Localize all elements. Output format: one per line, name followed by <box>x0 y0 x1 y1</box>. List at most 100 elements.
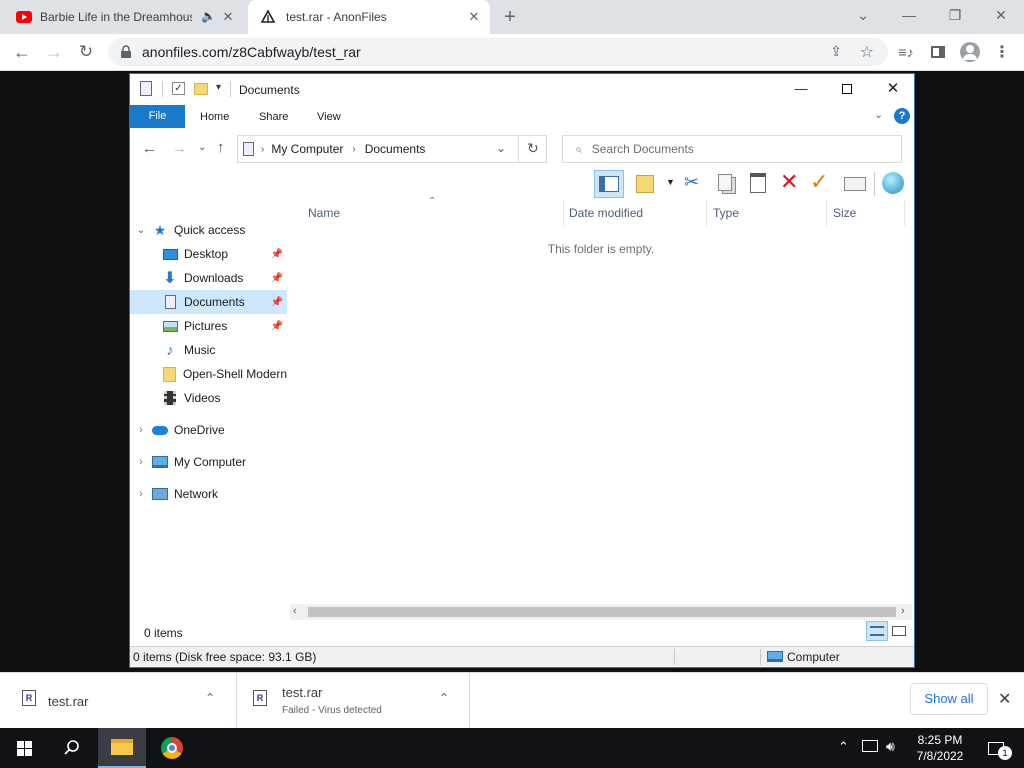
new-folder-icon[interactable] <box>194 83 208 95</box>
start-button[interactable] <box>0 728 48 768</box>
pin-icon[interactable]: 📌 <box>271 297 283 308</box>
preview-pane-button[interactable] <box>594 170 624 198</box>
maximize-button[interactable] <box>832 74 862 104</box>
up-button[interactable]: ↑ <box>217 139 225 156</box>
clock[interactable]: 8:25 PM 7/8/2022 <box>908 728 972 768</box>
profile-button[interactable] <box>958 40 982 64</box>
details-view-button[interactable] <box>866 621 888 641</box>
download-item[interactable]: R test.rar ⌃ <box>0 673 237 729</box>
address-bar[interactable]: anonfiles.com/z8Cabfwayb/test_rar ⇪ ☆ <box>108 38 888 66</box>
close-button[interactable]: ✕ <box>878 74 908 104</box>
copy-icon[interactable] <box>718 174 732 191</box>
forward-button[interactable]: → <box>172 140 187 157</box>
download-item-failed[interactable]: R test.rar Failed - Virus detected ⌃ <box>237 673 470 729</box>
action-center-button[interactable]: 1 <box>976 728 1016 768</box>
breadcrumb-documents[interactable]: Documents <box>365 142 426 156</box>
sidebar-item-desktop[interactable]: Desktop 📌 <box>130 242 287 266</box>
divider <box>162 81 163 97</box>
side-panel-button[interactable] <box>926 40 950 64</box>
scroll-left-icon[interactable]: ‹ <box>293 605 297 617</box>
ribbon-tab-home[interactable]: Home <box>200 107 229 127</box>
reload-icon: ↻ <box>78 42 94 61</box>
close-shelf-button[interactable]: ✕ <box>998 689 1011 709</box>
cut-icon[interactable]: ✂ <box>684 172 699 193</box>
network-tray-icon[interactable] <box>862 740 878 752</box>
pin-icon[interactable]: 📌 <box>271 249 283 260</box>
sidebar-item-network[interactable]: › Network <box>130 482 287 506</box>
search-box[interactable]: ⌕ Search Documents <box>562 135 902 163</box>
rename-check-icon[interactable]: ✓ <box>810 169 828 195</box>
bookmark-star-icon[interactable]: ☆ <box>860 42 874 62</box>
taskbar-file-explorer[interactable] <box>98 728 146 768</box>
help-icon[interactable]: ? <box>894 108 910 124</box>
column-header-date-modified[interactable]: Date modified <box>563 200 707 226</box>
column-header-type[interactable]: Type <box>707 200 827 226</box>
sidebar-item-pictures[interactable]: Pictures 📌 <box>130 314 287 338</box>
sidebar-item-videos[interactable]: Videos <box>130 386 287 410</box>
back-button[interactable]: ← <box>142 140 157 157</box>
reload-button[interactable]: ↻ <box>74 40 98 64</box>
ribbon-expand-icon[interactable]: ⌄ <box>874 108 883 121</box>
sidebar-item-my-computer[interactable]: › My Computer <box>130 450 287 474</box>
sidebar-item-documents[interactable]: Documents 📌 <box>130 290 287 314</box>
minimize-button[interactable]: — <box>886 0 932 30</box>
search-button[interactable] <box>48 728 96 768</box>
volume-tray-icon[interactable]: 🔊︎ <box>886 738 895 755</box>
tab-barbie[interactable]: Barbie Life in the Dreamhous 🔈 ✕ <box>8 0 244 34</box>
chrome-menu-button[interactable]: ⋮ <box>990 40 1014 64</box>
download-menu-chevron-icon[interactable]: ⌃ <box>205 691 215 705</box>
back-button[interactable]: ← <box>10 40 34 64</box>
sidebar-item-onedrive[interactable]: › OneDrive <box>130 418 287 442</box>
media-controls-button[interactable]: ≡♪ <box>894 40 918 64</box>
show-all-button[interactable]: Show all <box>910 683 988 715</box>
scroll-right-icon[interactable]: › <box>901 605 905 617</box>
restore-button[interactable]: ❐ <box>932 0 978 30</box>
pin-icon[interactable]: 📌 <box>271 321 283 332</box>
tab-search-button[interactable]: ⌄ <box>840 0 886 30</box>
documents-icon <box>162 294 178 310</box>
pin-icon[interactable]: 📌 <box>271 273 283 284</box>
expand-chevron-icon: › <box>139 488 143 500</box>
minimize-button[interactable]: — <box>786 74 816 104</box>
taskbar-chrome[interactable] <box>148 728 196 768</box>
download-filename: test.rar <box>48 694 89 709</box>
new-item-dropdown-icon[interactable]: ▼ <box>666 177 675 187</box>
pictures-icon <box>162 318 178 334</box>
recent-locations-icon[interactable]: ⌄ <box>198 142 206 153</box>
tab-title: test.rar - AnonFiles <box>286 10 387 24</box>
forward-button[interactable]: → <box>42 40 66 64</box>
scroll-thumb[interactable] <box>308 607 896 617</box>
show-hidden-icons-button[interactable]: ⌃ <box>838 739 849 755</box>
quick-access[interactable]: ⌄ ★ Quick access <box>130 218 287 242</box>
properties-icon[interactable] <box>140 81 152 96</box>
new-tab-button[interactable]: + <box>498 5 522 29</box>
ribbon-tab-view[interactable]: View <box>317 107 341 127</box>
refresh-icon[interactable]: ↻ <box>527 140 539 157</box>
close-window-button[interactable]: ✕ <box>978 0 1024 30</box>
speaker-icon[interactable]: 🔈 <box>201 9 216 23</box>
download-menu-chevron-icon[interactable]: ⌃ <box>439 691 449 705</box>
column-header-size[interactable]: Size <box>827 200 905 226</box>
sidebar-item-music[interactable]: ♪ Music <box>130 338 287 362</box>
breadcrumb-my-computer[interactable]: My Computer <box>271 142 343 156</box>
close-tab-button[interactable]: ✕ <box>220 9 236 25</box>
column-header-name[interactable]: Name <box>302 200 564 226</box>
large-icons-view-button[interactable] <box>890 622 908 640</box>
sidebar-item-open-shell[interactable]: Open-Shell Modern <box>130 362 287 386</box>
ribbon-tab-file[interactable]: File <box>130 105 185 128</box>
close-tab-button[interactable]: ✕ <box>466 9 482 25</box>
address-breadcrumb[interactable]: › My Computer › Documents ⌄ ↻ <box>237 135 547 163</box>
properties-button-icon[interactable] <box>844 177 866 191</box>
new-item-icon[interactable] <box>636 175 654 193</box>
horizontal-scrollbar[interactable]: ‹ › <box>290 604 912 620</box>
sidebar-item-downloads[interactable]: ⬇ Downloads 📌 <box>130 266 287 290</box>
paste-icon[interactable] <box>750 173 766 193</box>
ribbon-tab-share[interactable]: Share <box>259 107 288 127</box>
globe-icon[interactable] <box>882 172 904 194</box>
share-icon[interactable]: ⇪ <box>830 43 842 60</box>
checkbox-icon[interactable]: ✓ <box>172 82 185 95</box>
qat-dropdown-icon[interactable]: ▾ <box>216 82 221 93</box>
address-dropdown-icon[interactable]: ⌄ <box>496 141 506 155</box>
delete-icon[interactable]: ✕ <box>780 169 798 195</box>
tab-anonfiles[interactable]: test.rar - AnonFiles ✕ <box>248 0 490 34</box>
